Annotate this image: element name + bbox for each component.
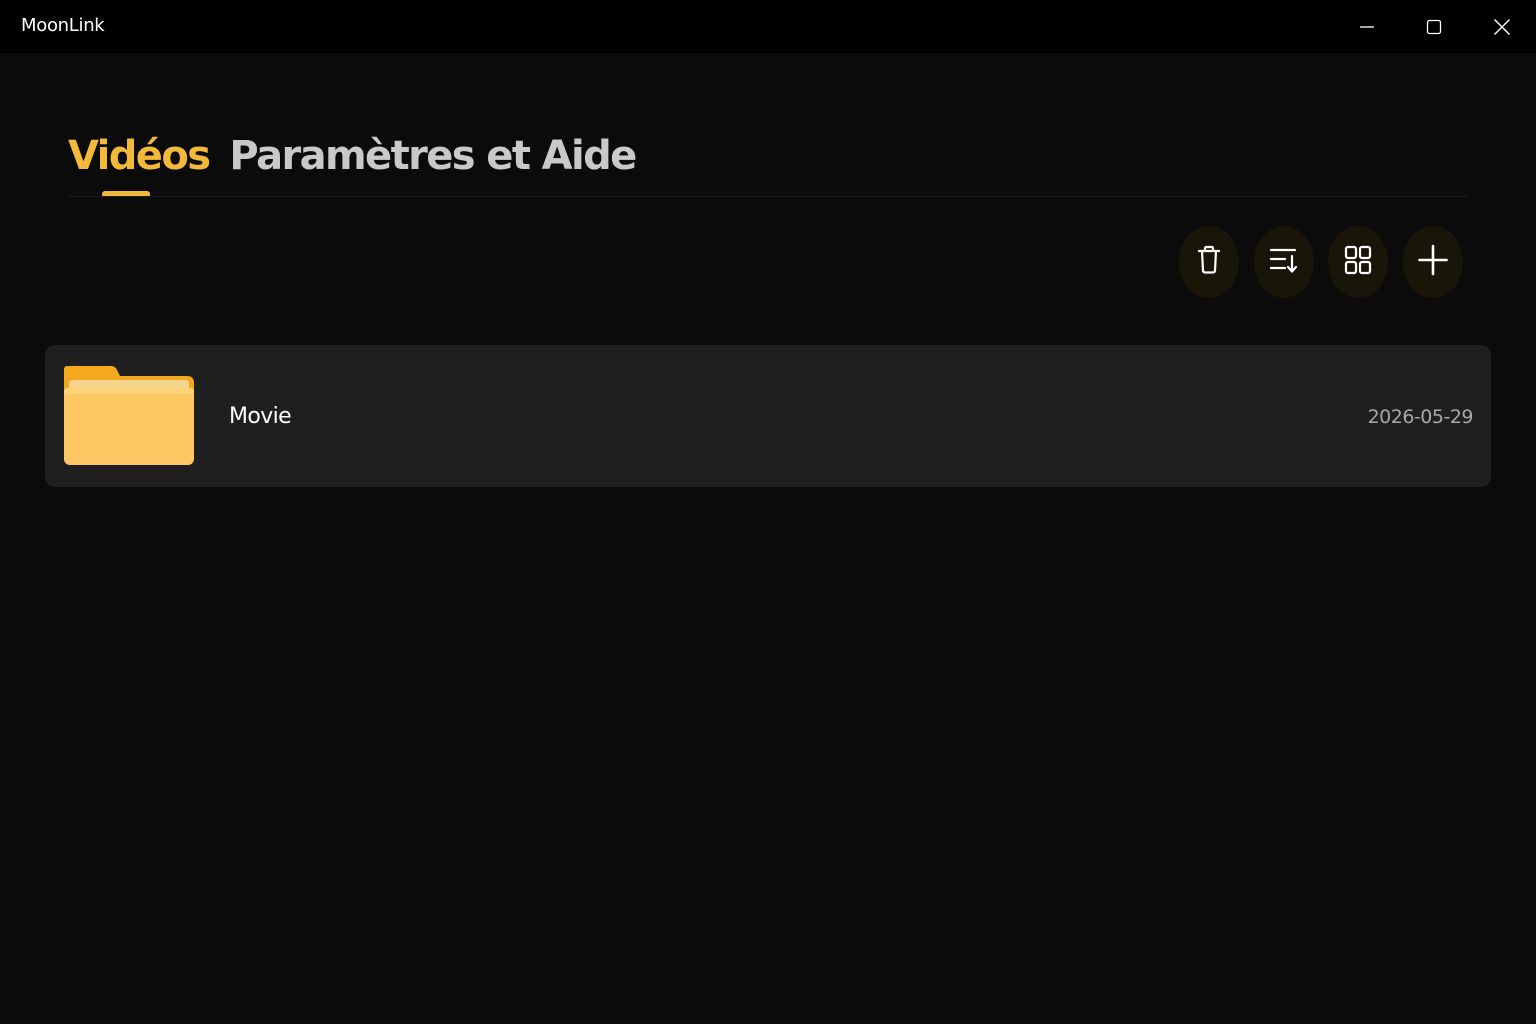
add-button[interactable] (1403, 226, 1463, 298)
file-date: 2026-05-29 (1367, 406, 1474, 428)
file-row-movie[interactable]: Movie 2026-05-29 (45, 345, 1491, 487)
trash-icon (1196, 245, 1222, 279)
plus-icon (1418, 244, 1448, 280)
title-bar[interactable]: MoonLink (0, 0, 1536, 53)
minimize-button[interactable] (1333, 0, 1401, 53)
grid-view-button[interactable] (1328, 226, 1388, 298)
tab-bar: Vidéos Paramètres et Aide (68, 128, 637, 188)
tab-settings-help[interactable]: Paramètres et Aide (229, 128, 637, 184)
app-title: MoonLink (21, 15, 105, 36)
sort-icon (1269, 246, 1299, 278)
delete-button[interactable] (1179, 226, 1239, 298)
maximize-icon (1426, 19, 1442, 35)
app-window: MoonLink Vidéos Paramètres et Aide Movie… (0, 0, 1536, 1024)
folder-icon (63, 366, 195, 466)
maximize-button[interactable] (1400, 0, 1468, 53)
tab-divider (68, 196, 1468, 197)
grid-icon (1344, 245, 1372, 279)
close-icon (1493, 18, 1511, 36)
file-name: Movie (229, 404, 292, 429)
sort-button[interactable] (1254, 226, 1314, 298)
minimize-icon (1359, 19, 1375, 35)
tab-videos[interactable]: Vidéos (68, 128, 211, 184)
close-button[interactable] (1468, 0, 1536, 53)
